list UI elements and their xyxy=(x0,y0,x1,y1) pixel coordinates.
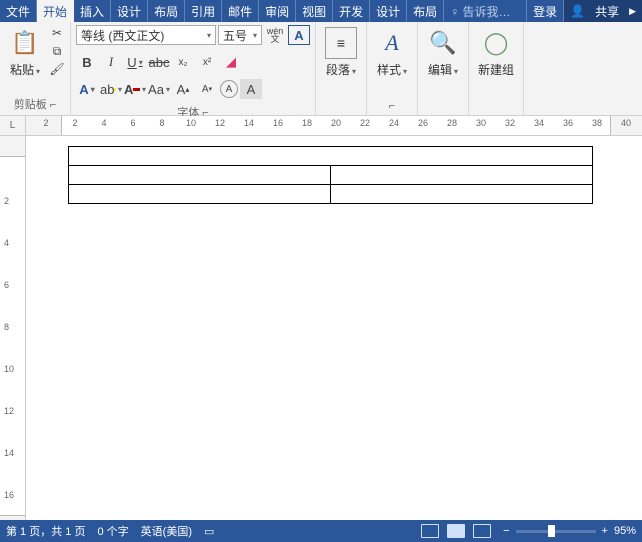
text-effect-button[interactable]: A▾ xyxy=(76,79,98,99)
paste-icon: 📋 xyxy=(9,27,41,59)
table-cell[interactable] xyxy=(331,166,593,185)
group-editing: 🔍 编辑▾ xyxy=(418,22,469,115)
phonetic-guide-button[interactable]: wén文 xyxy=(264,25,286,45)
cut-button[interactable]: ✂ xyxy=(49,25,65,41)
clipboard-label: 剪贴板 ⌐ xyxy=(5,94,65,115)
superscript-button[interactable]: x² xyxy=(196,52,218,72)
character-border-button[interactable]: A xyxy=(288,25,310,45)
table-row xyxy=(69,166,593,185)
shrink-font-button[interactable]: A▾ xyxy=(196,79,218,99)
print-layout-button[interactable] xyxy=(447,524,465,538)
find-icon: 🔍 xyxy=(427,27,459,59)
underline-button[interactable]: U▾ xyxy=(124,52,146,72)
zoom-out-button[interactable]: − xyxy=(503,525,509,537)
horizontal-ruler[interactable]: 2246810121416182022242628303234363840 xyxy=(26,116,642,135)
share-button[interactable]: 共享 xyxy=(589,0,625,23)
status-page[interactable]: 第 1 页，共 1 页 xyxy=(6,523,85,539)
tab-references[interactable]: 引用 xyxy=(185,0,222,22)
strikethrough-button[interactable]: abc xyxy=(148,52,170,72)
tab-mailings[interactable]: 邮件 xyxy=(222,0,259,22)
enclose-char-button[interactable]: A xyxy=(220,80,238,98)
tell-me-label: 告诉我… xyxy=(463,5,511,19)
styles-icon: A xyxy=(376,27,408,59)
paragraph-icon: ≡ xyxy=(325,27,357,59)
tab-home[interactable]: 开始 xyxy=(37,0,74,22)
change-case-button[interactable]: Aa▾ xyxy=(148,79,170,99)
editing-label: 编辑 xyxy=(428,63,452,77)
paragraph-button[interactable]: ≡ 段落▾ xyxy=(321,25,361,80)
status-bar: 第 1 页，共 1 页 0 个字 英语(美国) ▭ − + 95% xyxy=(0,520,642,542)
ribbon-tabs: 文件 开始 插入 设计 布局 引用 邮件 审阅 视图 开发 设计 布局 ♀ 告诉… xyxy=(0,0,642,22)
zoom-level[interactable]: 95% xyxy=(614,525,636,537)
document-container: 246810121416 xyxy=(0,136,642,520)
group-newgroup: ◯ 新建组 xyxy=(469,22,524,115)
read-mode-button[interactable] xyxy=(421,524,439,538)
table-cell[interactable] xyxy=(69,166,331,185)
copy-button[interactable]: ⧉ xyxy=(49,43,65,59)
status-macro-icon[interactable]: ▭ xyxy=(204,525,214,538)
ruler-corner[interactable]: L xyxy=(0,116,26,135)
tab-view[interactable]: 视图 xyxy=(296,0,333,22)
tell-me[interactable]: ♀ 告诉我… xyxy=(444,0,527,22)
clear-format-button[interactable]: ◢ xyxy=(220,52,242,72)
zoom-control: − + 95% xyxy=(503,525,636,537)
styles-label: 样式 xyxy=(377,63,401,77)
status-language[interactable]: 英语(美国) xyxy=(141,523,192,539)
status-words[interactable]: 0 个字 xyxy=(97,523,128,539)
character-shading-button[interactable]: A xyxy=(240,79,262,99)
tab-developer[interactable]: 开发 xyxy=(333,0,370,22)
group-styles: A 样式▾ ⌐ xyxy=(367,22,418,115)
font-size-combo[interactable]: 五号▾ xyxy=(218,25,262,45)
format-painter-button[interactable]: 🖌 xyxy=(49,61,65,77)
font-name-combo[interactable]: 等线 (西文正文)▾ xyxy=(76,25,216,45)
newgroup-button[interactable]: ◯ 新建组 xyxy=(474,25,518,80)
tab-insert[interactable]: 插入 xyxy=(74,0,111,22)
group-font: 等线 (西文正文)▾ 五号▾ wén文 A B I U▾ abc x₂ x² ◢… xyxy=(71,22,316,115)
italic-button[interactable]: I xyxy=(100,52,122,72)
circle-icon: ◯ xyxy=(480,27,512,59)
horizontal-ruler-row: L 2246810121416182022242628303234363840 xyxy=(0,116,642,136)
newgroup-label: 新建组 xyxy=(478,63,514,77)
zoom-in-button[interactable]: + xyxy=(602,525,608,537)
ribbon: 📋 粘贴▾ ✂ ⧉ 🖌 剪贴板 ⌐ 等线 (西文正文)▾ 五号▾ wén文 A … xyxy=(0,22,642,116)
login-button[interactable]: 登录 xyxy=(527,0,564,22)
group-paragraph: ≡ 段落▾ xyxy=(316,22,367,115)
vertical-ruler[interactable]: 246810121416 xyxy=(0,136,26,520)
page-surface xyxy=(46,146,622,204)
zoom-slider[interactable] xyxy=(516,530,596,533)
styles-button[interactable]: A 样式▾ xyxy=(372,25,412,80)
paragraph-label: 段落 xyxy=(326,63,350,77)
table-cell[interactable] xyxy=(69,147,593,166)
view-mode-controls xyxy=(421,524,491,538)
dropdown-icon[interactable]: ▶ xyxy=(629,6,636,17)
tab-design[interactable]: 设计 xyxy=(111,0,148,22)
bold-button[interactable]: B xyxy=(76,52,98,72)
document-area[interactable] xyxy=(26,136,642,520)
share-area: 👤 共享 ▶ xyxy=(564,0,642,22)
paste-label: 粘贴 xyxy=(10,63,34,77)
highlight-button[interactable]: ab▾ xyxy=(100,79,122,99)
styles-group-dlg[interactable]: ⌐ xyxy=(372,98,412,115)
grow-font-button[interactable]: A▴ xyxy=(172,79,194,99)
share-icon: 👤 xyxy=(570,4,585,18)
tab-table-layout[interactable]: 布局 xyxy=(407,0,444,22)
font-color-button[interactable]: A▾ xyxy=(124,79,146,99)
table-cell[interactable] xyxy=(331,185,593,204)
tab-table-design[interactable]: 设计 xyxy=(370,0,407,22)
editing-button[interactable]: 🔍 编辑▾ xyxy=(423,25,463,80)
tab-file[interactable]: 文件 xyxy=(0,0,37,22)
web-layout-button[interactable] xyxy=(473,524,491,538)
subscript-button[interactable]: x₂ xyxy=(172,52,194,72)
paste-button[interactable]: 📋 粘贴▾ xyxy=(5,25,45,80)
table-cell[interactable] xyxy=(69,185,331,204)
document-table[interactable] xyxy=(68,146,593,204)
table-row xyxy=(69,185,593,204)
tab-layout[interactable]: 布局 xyxy=(148,0,185,22)
table-row xyxy=(69,147,593,166)
group-clipboard: 📋 粘贴▾ ✂ ⧉ 🖌 剪贴板 ⌐ xyxy=(0,22,71,115)
tab-review[interactable]: 审阅 xyxy=(259,0,296,22)
